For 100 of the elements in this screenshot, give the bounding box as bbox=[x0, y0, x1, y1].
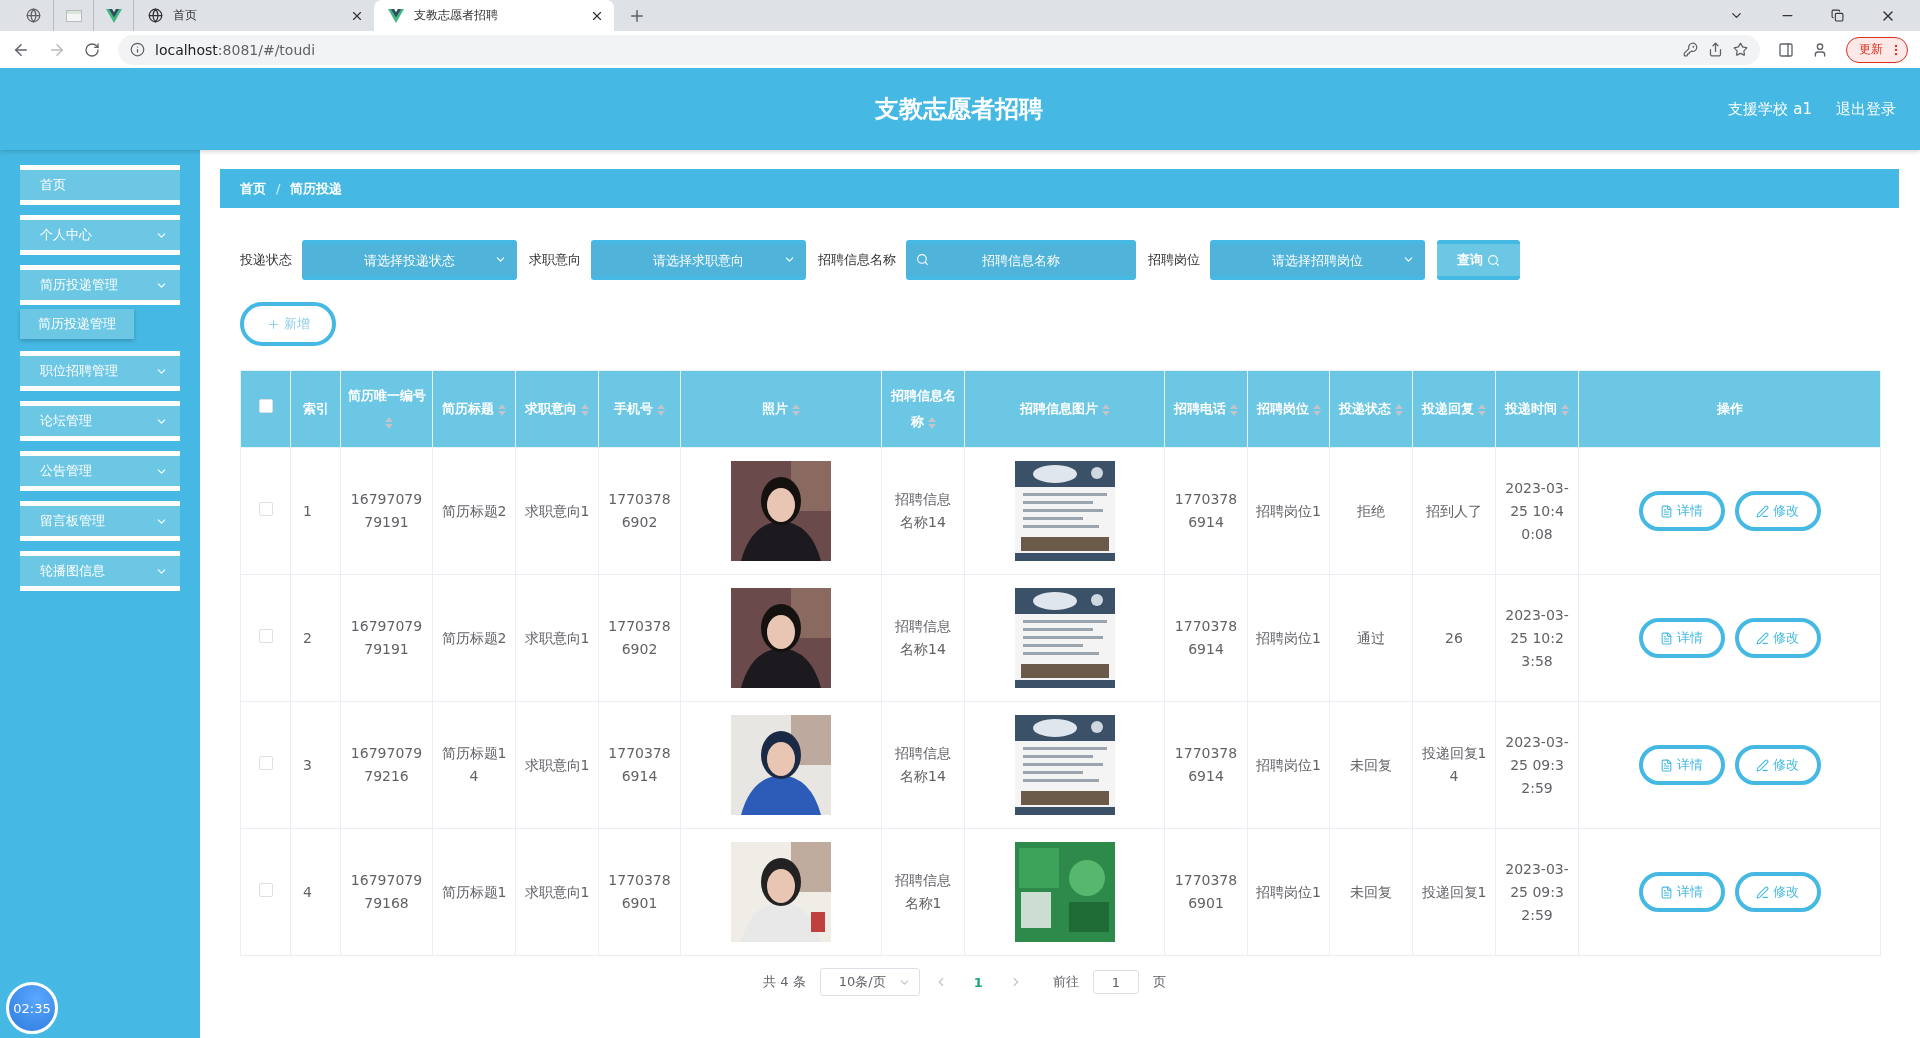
table-cell: 26 bbox=[1445, 629, 1463, 646]
column-header[interactable]: 简历标题 bbox=[432, 370, 516, 448]
edit-button[interactable]: 修改 bbox=[1734, 872, 1821, 912]
select-all-checkbox[interactable] bbox=[258, 399, 273, 413]
sort-icon[interactable] bbox=[1101, 403, 1110, 416]
sidebar-item[interactable]: 轮播图信息 bbox=[20, 551, 180, 591]
star-icon[interactable] bbox=[1733, 42, 1748, 57]
browser-tab[interactable]: 首页 bbox=[134, 0, 374, 31]
sidebar-item[interactable]: 个人中心 bbox=[20, 215, 180, 255]
table-cell: 投递回复14 bbox=[1421, 745, 1487, 784]
key-icon[interactable] bbox=[1683, 42, 1698, 57]
column-header[interactable]: 手机号 bbox=[598, 370, 681, 448]
triangle-logo-icon bbox=[388, 8, 404, 23]
sidebar-item[interactable]: 论坛管理 bbox=[20, 401, 180, 441]
sidebar-item[interactable]: 留言板管理 bbox=[20, 501, 180, 541]
add-button[interactable]: 新增 bbox=[240, 302, 336, 346]
table-cell: 1679707979216 bbox=[350, 745, 423, 784]
logout-link[interactable]: 退出登录 bbox=[1836, 99, 1896, 119]
edit-button[interactable]: 修改 bbox=[1734, 745, 1821, 785]
query-button[interactable]: 查询 bbox=[1437, 240, 1520, 280]
breadcrumb-item[interactable]: 首页 bbox=[240, 179, 266, 198]
page-icon[interactable] bbox=[65, 9, 82, 22]
new-tab-icon[interactable] bbox=[628, 7, 646, 25]
breadcrumb-separator: / bbox=[276, 181, 281, 196]
edit-button[interactable]: 修改 bbox=[1734, 491, 1821, 531]
info-icon[interactable] bbox=[130, 42, 145, 57]
table-cell: 招聘岗位1 bbox=[1256, 629, 1321, 646]
table-cell: 17703786902 bbox=[608, 491, 671, 530]
submenu-item[interactable]: 简历投递管理 bbox=[20, 309, 134, 339]
goto-page-field[interactable]: 1 bbox=[1092, 970, 1139, 994]
column-header[interactable]: 投递状态 bbox=[1329, 370, 1413, 448]
column-header[interactable]: 招聘电话 bbox=[1164, 370, 1248, 448]
table-cell: 17703786902 bbox=[608, 618, 671, 657]
share-icon[interactable] bbox=[1708, 42, 1723, 57]
page-suffix: 页 bbox=[1152, 973, 1166, 991]
table-cell: 17703786914 bbox=[608, 745, 671, 784]
sort-icon[interactable] bbox=[1312, 403, 1321, 416]
sidebar-item[interactable]: 首页 bbox=[20, 165, 180, 205]
table-cell: 投递回复1 bbox=[1421, 883, 1487, 900]
edit-button[interactable]: 修改 bbox=[1734, 618, 1821, 658]
row-checkbox[interactable] bbox=[258, 628, 273, 643]
search-field[interactable]: 招聘信息名称 bbox=[906, 240, 1136, 280]
table-cell: 17703786914 bbox=[1174, 745, 1238, 784]
table-cell: 招聘岗位1 bbox=[1256, 883, 1321, 900]
row-checkbox[interactable] bbox=[258, 882, 273, 897]
table-cell: 通过 bbox=[1357, 629, 1385, 646]
filter-label: 招聘信息名称 bbox=[818, 251, 896, 269]
column-header[interactable]: 招聘信息图片 bbox=[964, 370, 1165, 448]
select-field[interactable]: 请选择招聘岗位 bbox=[1210, 240, 1425, 280]
details-button[interactable]: 详情 bbox=[1638, 618, 1725, 658]
details-button[interactable]: 详情 bbox=[1638, 745, 1725, 785]
plus-icon bbox=[266, 317, 280, 331]
side-panel-icon[interactable] bbox=[1778, 41, 1794, 58]
table-cell: 1679707979191 bbox=[350, 491, 423, 530]
sidebar-item[interactable]: 公告管理 bbox=[20, 451, 180, 491]
breadcrumb-item[interactable]: 简历投递 bbox=[290, 179, 343, 198]
restore-icon[interactable] bbox=[1831, 9, 1844, 22]
table-cell: 17703786901 bbox=[1174, 872, 1238, 911]
details-button[interactable]: 详情 bbox=[1638, 491, 1725, 531]
sort-icon[interactable] bbox=[657, 403, 665, 416]
document-icon bbox=[1660, 758, 1673, 772]
column-header[interactable]: 招聘信息名称 bbox=[881, 370, 965, 448]
table-cell: 招聘信息名称1 bbox=[895, 872, 951, 911]
sort-icon[interactable] bbox=[792, 403, 800, 416]
table-cell: 2 bbox=[303, 629, 312, 646]
sort-icon[interactable] bbox=[927, 416, 936, 429]
update-button[interactable]: 更新 bbox=[1846, 36, 1908, 63]
column-header[interactable]: 招聘岗位 bbox=[1247, 370, 1330, 448]
table-cell: 招到人了 bbox=[1426, 502, 1482, 519]
column-header[interactable]: 投递回复 bbox=[1412, 370, 1496, 448]
column-header[interactable]: 求职意向 bbox=[515, 370, 599, 448]
sort-icon[interactable] bbox=[1395, 403, 1403, 416]
sidebar-item[interactable]: 职位招聘管理 bbox=[20, 351, 180, 391]
sort-icon[interactable] bbox=[384, 416, 393, 429]
sort-icon[interactable] bbox=[1230, 403, 1238, 416]
select-field[interactable]: 请选择求职意向 bbox=[591, 240, 806, 280]
row-checkbox[interactable] bbox=[258, 755, 273, 770]
table-cell: 招聘信息名称14 bbox=[895, 745, 951, 784]
address-bar[interactable]: localhost:8081/#/toudi bbox=[118, 34, 1760, 65]
browser-tab[interactable]: 支教志愿者招聘 bbox=[374, 0, 614, 31]
document-icon bbox=[1660, 504, 1673, 518]
page-number[interactable]: 1 bbox=[961, 974, 995, 990]
select-field[interactable]: 请选择投递状态 bbox=[302, 240, 517, 280]
pen-icon bbox=[1756, 885, 1769, 899]
globe-icon[interactable] bbox=[26, 8, 41, 23]
profile-icon[interactable] bbox=[1812, 41, 1828, 58]
page-size-select[interactable]: 10条/页 bbox=[819, 968, 920, 996]
column-header[interactable]: 投递时间 bbox=[1495, 370, 1579, 448]
details-button[interactable]: 详情 bbox=[1638, 872, 1725, 912]
sort-icon[interactable] bbox=[1478, 403, 1486, 416]
column-header[interactable]: 简历唯一编号 bbox=[340, 370, 433, 448]
sidebar-item[interactable]: 简历投递管理 bbox=[20, 265, 180, 305]
column-header[interactable]: 照片 bbox=[680, 370, 882, 448]
column-header: 操作 bbox=[1578, 370, 1881, 448]
sort-icon[interactable] bbox=[1561, 403, 1569, 416]
reload-icon[interactable] bbox=[84, 41, 100, 58]
sort-icon[interactable] bbox=[498, 403, 506, 416]
sort-icon[interactable] bbox=[581, 403, 589, 416]
table-cell: 招聘岗位1 bbox=[1256, 756, 1321, 773]
row-checkbox[interactable] bbox=[258, 501, 273, 516]
